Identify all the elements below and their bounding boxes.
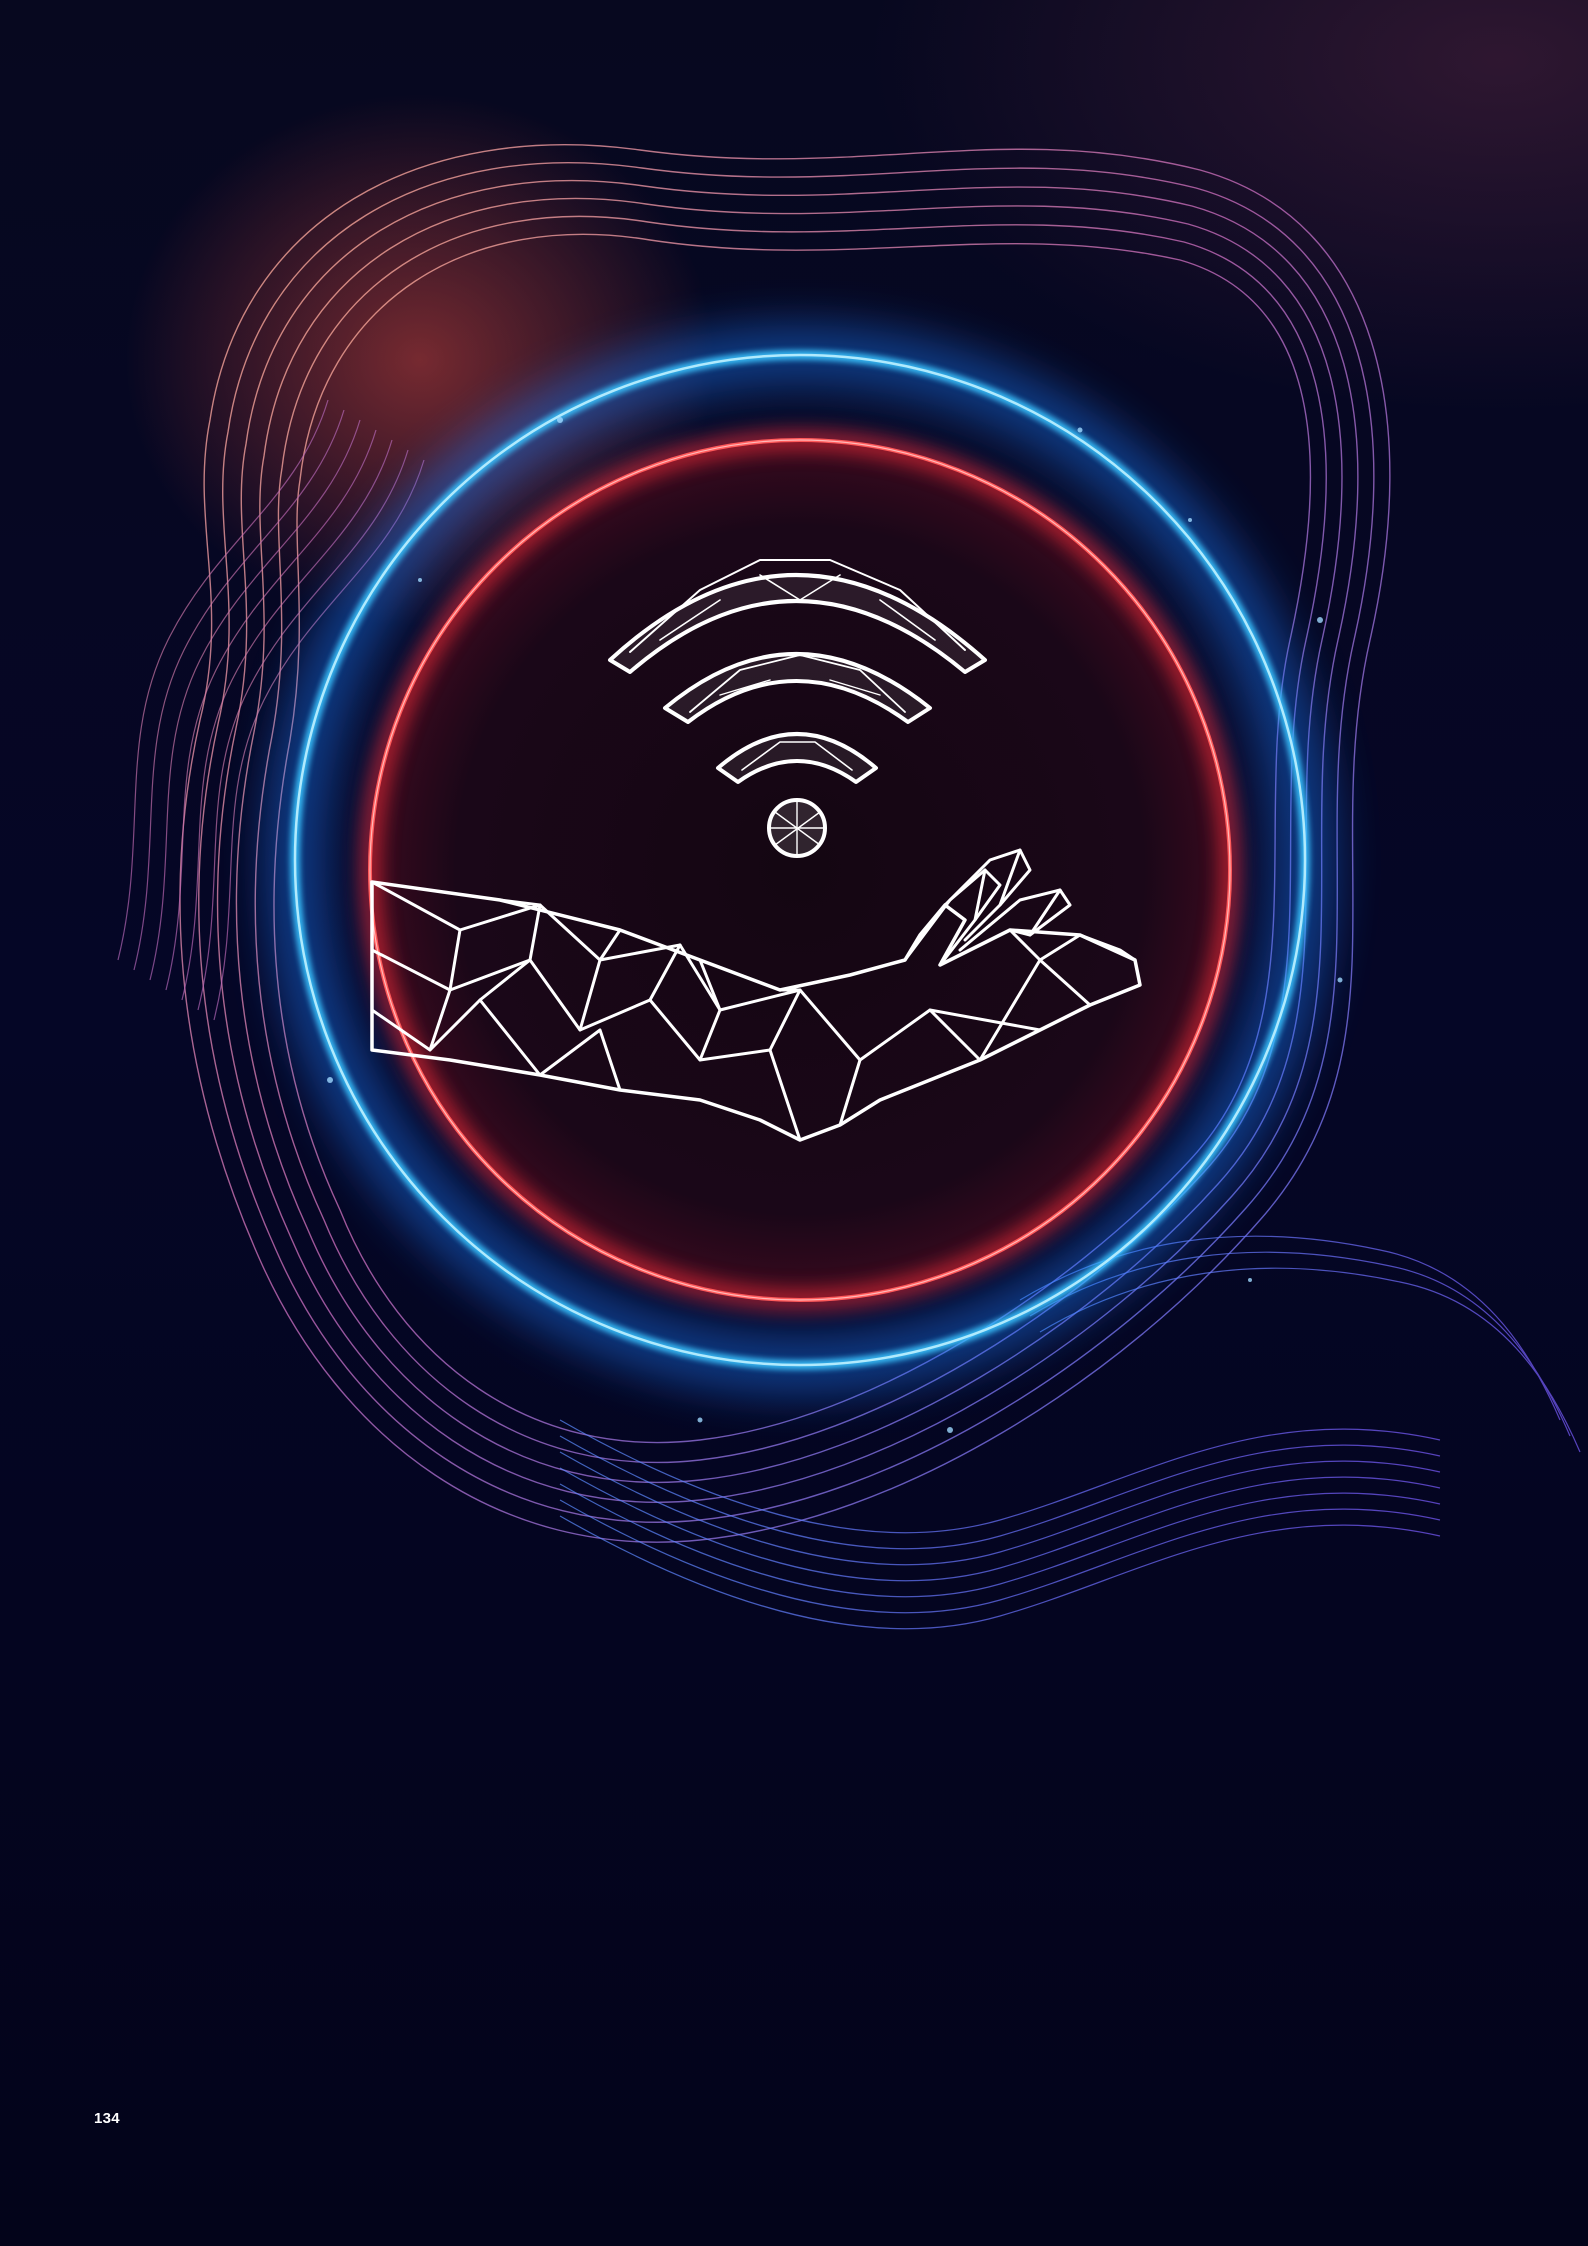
page: 134 [0, 0, 1588, 2246]
page-number: 134 [94, 2110, 120, 2127]
inner-red-ring [359, 429, 1241, 1311]
cover-illustration [117, 144, 1581, 1630]
